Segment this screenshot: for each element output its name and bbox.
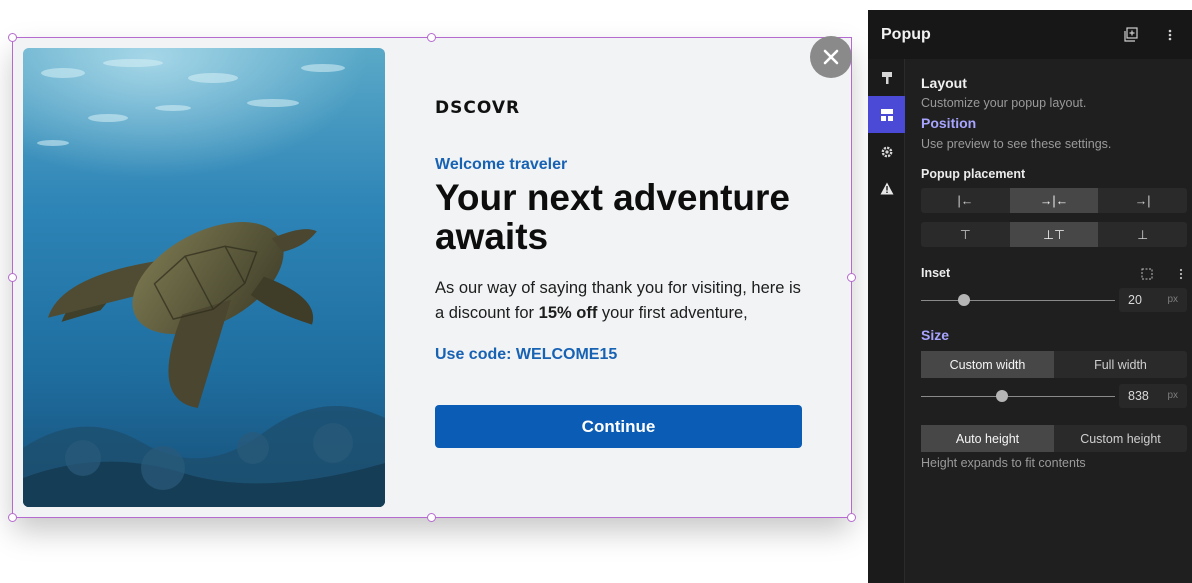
layout-hint: Customize your popup layout. [921, 96, 1087, 110]
editor-canvas: DSCOVR Welcome traveler Your next advent… [0, 0, 868, 583]
resize-handle-top-left[interactable] [8, 33, 17, 42]
auto-height-option[interactable]: Auto height [921, 425, 1054, 452]
inset-value: 20 [1128, 293, 1142, 307]
width-value: 838 [1128, 389, 1149, 403]
gear-icon [881, 146, 892, 157]
inset-row: Inset [921, 266, 1187, 282]
placement-bottom[interactable]: ⊥ [1098, 222, 1187, 247]
width-slider: 838 px [921, 384, 1187, 410]
resize-handle-top[interactable] [427, 33, 436, 42]
panel-header: Popup [868, 10, 1192, 59]
warning-icon [880, 182, 893, 195]
inset-input[interactable]: 20 px [1119, 288, 1187, 312]
dashed-box-icon[interactable] [1141, 268, 1153, 280]
close-icon [823, 49, 839, 65]
height-hint: Height expands to fit contents [921, 456, 1086, 470]
position-hint: Use preview to see these settings. [921, 137, 1112, 151]
placement-left[interactable]: |← [921, 188, 1010, 213]
inset-track[interactable] [921, 300, 1115, 301]
height-mode-toggle: Auto height Custom height [921, 425, 1187, 452]
close-popup-button[interactable] [810, 36, 852, 78]
placement-center-vertical[interactable]: ⊥⊤ [1009, 222, 1099, 247]
tab-settings[interactable] [868, 133, 905, 170]
full-width-option[interactable]: Full width [1054, 351, 1187, 378]
tab-layout[interactable] [868, 96, 905, 133]
width-unit: px [1167, 390, 1178, 401]
layout-settings: Layout Customize your popup layout. Posi… [921, 59, 1187, 470]
panel-tab-rail [868, 59, 905, 583]
more-vertical-icon[interactable] [1166, 27, 1174, 43]
width-input[interactable]: 838 px [1119, 384, 1187, 408]
placement-center-horizontal[interactable]: →|← [1009, 188, 1099, 213]
placement-top[interactable]: ⊤ [921, 222, 1010, 247]
custom-height-option[interactable]: Custom height [1054, 425, 1187, 452]
resize-handle-bottom-right[interactable] [847, 513, 856, 522]
width-mode-toggle: Custom width Full width [921, 351, 1187, 378]
tab-warnings[interactable] [868, 170, 905, 207]
width-track[interactable] [921, 396, 1115, 397]
tab-style[interactable] [868, 59, 905, 96]
placement-label: Popup placement [921, 167, 1026, 181]
width-slider-knob[interactable] [996, 390, 1009, 402]
size-title: Size [921, 327, 950, 343]
resize-handle-left[interactable] [8, 273, 17, 282]
resize-handle-right[interactable] [847, 273, 856, 282]
more-vertical-icon[interactable] [1178, 268, 1184, 280]
inset-slider-knob[interactable] [957, 294, 970, 306]
layout-icon [880, 108, 893, 121]
popup-settings-panel: Popup Layout Customize your popup layout… [868, 10, 1192, 583]
custom-width-option[interactable]: Custom width [921, 351, 1054, 378]
selection-frame [12, 37, 852, 518]
inset-slider: 20 px [921, 288, 1187, 314]
add-page-icon[interactable] [1123, 27, 1139, 43]
panel-title: Popup [881, 25, 931, 43]
horizontal-placement: |← →|← →| [921, 188, 1187, 213]
resize-handle-bottom-left[interactable] [8, 513, 17, 522]
resize-handle-bottom[interactable] [427, 513, 436, 522]
layout-title: Layout [921, 75, 967, 91]
brush-icon [881, 71, 892, 84]
placement-right[interactable]: →| [1098, 188, 1187, 213]
vertical-placement: ⊤ ⊥⊤ ⊥ [921, 222, 1187, 247]
inset-unit: px [1167, 294, 1178, 305]
position-title: Position [921, 115, 977, 131]
